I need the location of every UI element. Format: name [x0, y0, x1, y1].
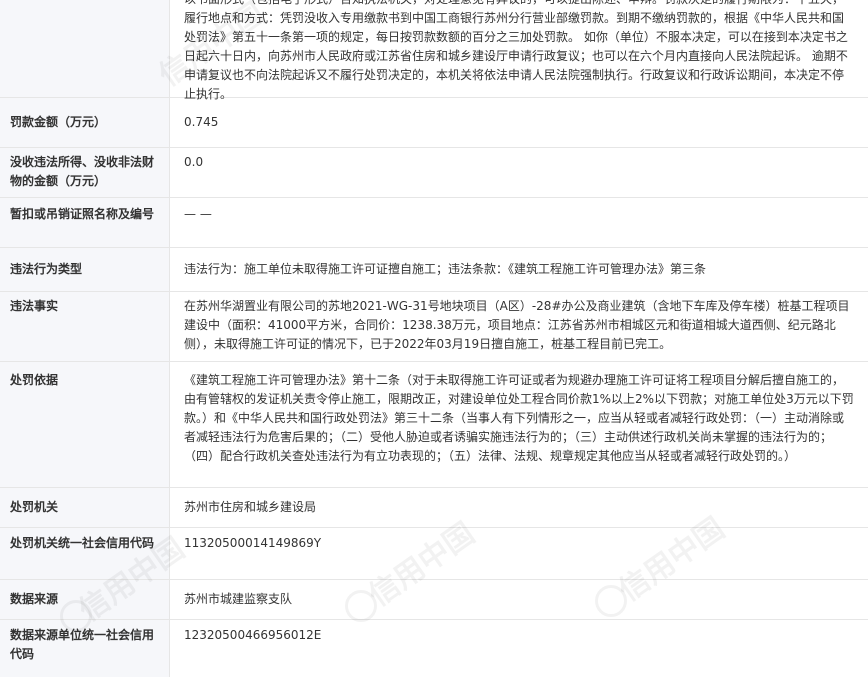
row-value: 11320500014149869Y [184, 536, 322, 550]
table-row-confiscation-amount: 没收违法所得、没收非法财物的金额（万元） 0.0 [0, 148, 868, 198]
row-label: 暂扣或吊销证照名称及编号 [0, 198, 170, 247]
row-value-decision-text: 以书面形式（包括电子形式）告知执法机关，对处理意见有异议的，可以提出陈述、申辩。… [170, 0, 868, 101]
row-label: 处罚机关统一社会信用代码 [0, 528, 170, 579]
row-value: — — [184, 207, 212, 221]
row-label: 处罚机关 [0, 488, 170, 527]
row-label: 数据来源单位统一社会信用代码 [0, 620, 170, 677]
row-value: 《建筑工程施工许可管理办法》第十二条（对于未取得施工许可证或者为规避办理施工许可… [184, 373, 854, 463]
row-label: 数据来源 [0, 580, 170, 619]
row-label: 没收违法所得、没收非法财物的金额（万元） [0, 148, 170, 197]
row-value: 在苏州华湖置业有限公司的苏地2021-WG-31号地块项目（A区）-28#办公及… [184, 299, 850, 351]
table-row-authority-credit-code: 处罚机关统一社会信用代码 11320500014149869Y [0, 528, 868, 580]
row-label: 违法行为类型 [0, 248, 170, 291]
row-value: 违法行为：施工单位未取得施工许可证擅自施工；违法条款：《建筑工程施工许可管理办法… [184, 262, 707, 276]
row-label-empty [0, 0, 170, 97]
table-row-decision-text: 以书面形式（包括电子形式）告知执法机关，对处理意见有异议的，可以提出陈述、申辩。… [0, 0, 868, 101]
row-label: 罚款金额（万元） [0, 98, 170, 147]
row-label: 违法事实 [0, 292, 170, 361]
row-label: 处罚依据 [0, 362, 170, 487]
row-value: 苏州市城建监察支队 [184, 592, 293, 606]
decision-text: 以书面形式（包括电子形式）告知执法机关，对处理意见有异议的，可以提出陈述、申辩。… [184, 0, 848, 101]
row-value: 0.745 [184, 115, 219, 129]
row-value: 12320500466956012E [184, 628, 322, 642]
row-value: 0.0 [184, 155, 204, 169]
table-row-data-source: 数据来源 苏州市城建监察支队 [0, 580, 868, 620]
table-row-fine-amount: 罚款金额（万元） 0.745 [0, 98, 868, 148]
table-row-source-credit-code: 数据来源单位统一社会信用代码 12320500466956012E [0, 620, 868, 677]
table-row-license-revocation: 暂扣或吊销证照名称及编号 — — [0, 198, 868, 248]
table-row-violation-type: 违法行为类型 违法行为：施工单位未取得施工许可证擅自施工；违法条款：《建筑工程施… [0, 248, 868, 292]
table-row-penalty-authority: 处罚机关 苏州市住房和城乡建设局 [0, 488, 868, 528]
table-row-penalty-basis: 处罚依据 《建筑工程施工许可管理办法》第十二条（对于未取得施工许可证或者为规避办… [0, 362, 868, 488]
table-row-violation-facts: 违法事实 在苏州华湖置业有限公司的苏地2021-WG-31号地块项目（A区）-2… [0, 292, 868, 362]
row-value: 苏州市住房和城乡建设局 [184, 500, 317, 514]
